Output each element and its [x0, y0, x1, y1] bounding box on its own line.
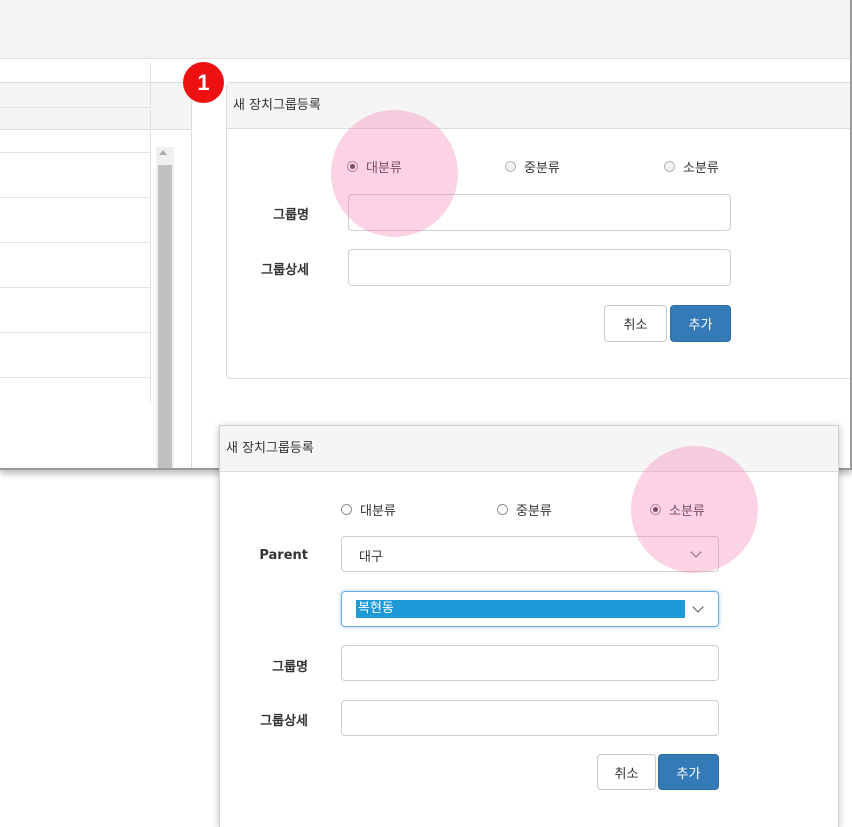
- scroll-up-icon[interactable]: [159, 150, 167, 155]
- radio-label: 중분류: [516, 504, 552, 519]
- radio-minor[interactable]: 소분류: [650, 500, 705, 519]
- list-item[interactable]: [0, 153, 150, 198]
- radio-major[interactable]: 대분류: [347, 157, 402, 176]
- chevron-down-icon[interactable]: [690, 546, 702, 558]
- panel-header: 새 장치그룹등록: [227, 83, 850, 129]
- parent-select[interactable]: 대구: [341, 536, 719, 572]
- list-item[interactable]: [0, 288, 150, 333]
- sub-parent-select[interactable]: 복현동: [341, 591, 719, 627]
- list-item[interactable]: [0, 243, 150, 288]
- add-button[interactable]: 추가: [670, 305, 731, 342]
- radio-checked-icon[interactable]: [650, 504, 661, 515]
- sub-parent-select-value: 복현동: [356, 600, 685, 618]
- list-item[interactable]: [0, 198, 150, 243]
- list-item[interactable]: [0, 108, 150, 153]
- screenshot-group-form-minor: 새 장치그룹등록 대분류 중분류 소분류 Parent 대구 복현동 그룹명 그…: [219, 425, 839, 827]
- radio-label: 대분류: [360, 504, 396, 519]
- scrollbar-thumb[interactable]: [158, 165, 172, 468]
- radio-unchecked-icon[interactable]: [497, 504, 508, 515]
- chevron-down-icon[interactable]: [692, 601, 704, 613]
- radio-unchecked-icon[interactable]: [664, 161, 675, 172]
- radio-unchecked-icon[interactable]: [505, 161, 516, 172]
- radio-major[interactable]: 대분류: [341, 500, 396, 519]
- group-detail-label: 그룹상세: [261, 263, 309, 278]
- panel-header: 새 장치그룹등록: [220, 426, 838, 472]
- group-name-label: 그룹명: [273, 208, 309, 223]
- group-detail-input[interactable]: [348, 249, 731, 286]
- list-item[interactable]: [0, 333, 150, 378]
- cancel-button[interactable]: 취소: [604, 305, 667, 342]
- group-name-input[interactable]: [348, 194, 731, 231]
- screenshot-group-form-large: 새 장치그룹등록 대분류 중분류 소분류 그룹명 그룹상세 취소 추가: [0, 0, 852, 470]
- radio-label: 소분류: [669, 504, 705, 519]
- group-detail-input[interactable]: [341, 700, 719, 736]
- panel-title: 새 장치그룹등록: [226, 441, 314, 456]
- group-list: [0, 63, 151, 403]
- radio-label: 대분류: [366, 161, 402, 176]
- panel-title: 새 장치그룹등록: [233, 98, 321, 113]
- parent-label: Parent: [259, 548, 308, 563]
- radio-checked-icon[interactable]: [347, 161, 358, 172]
- add-button[interactable]: 추가: [658, 754, 719, 790]
- step-number-badge: 1: [183, 62, 224, 103]
- radio-middle[interactable]: 중분류: [505, 157, 560, 176]
- cancel-button[interactable]: 취소: [597, 754, 656, 790]
- top-bar: [0, 0, 850, 59]
- parent-select-value: 대구: [359, 550, 383, 565]
- radio-minor[interactable]: 소분류: [664, 157, 719, 176]
- radio-unchecked-icon[interactable]: [341, 504, 352, 515]
- group-name-input[interactable]: [341, 645, 719, 681]
- list-item[interactable]: [0, 63, 150, 108]
- radio-label: 중분류: [524, 161, 560, 176]
- group-name-label: 그룹명: [272, 660, 308, 675]
- scrollbar[interactable]: [156, 147, 174, 468]
- group-detail-label: 그룹상세: [260, 714, 308, 729]
- radio-label: 소분류: [683, 161, 719, 176]
- radio-middle[interactable]: 중분류: [497, 500, 552, 519]
